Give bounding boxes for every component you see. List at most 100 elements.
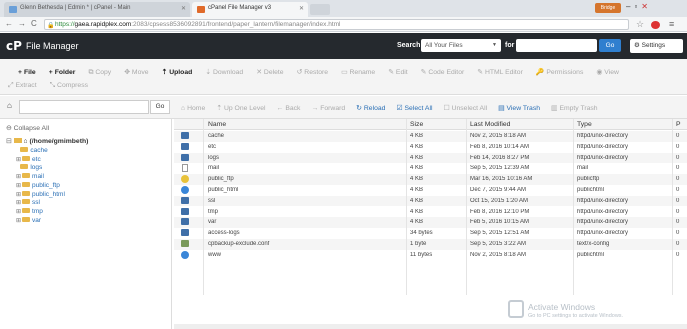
back-icon: ← xyxy=(276,105,284,112)
browser-menu-icon[interactable]: ≡ xyxy=(669,19,674,29)
close-window-icon[interactable]: ✕ xyxy=(641,2,652,11)
cell-type: httpd/unix-directory xyxy=(577,219,629,226)
column-permissions[interactable]: P xyxy=(676,121,681,128)
expand-plus-icon xyxy=(16,148,19,154)
tree-root[interactable]: ⊟ ⌂ (/home/gmimbeth) xyxy=(6,137,88,145)
restore-button[interactable]: ↺ Restore xyxy=(297,68,329,76)
extension-icon[interactable] xyxy=(651,21,660,29)
address-bar[interactable]: 🔒 https://gaea.rapidplex.com:2083/cpsess… xyxy=(44,19,629,30)
back-arrow-icon[interactable]: ← xyxy=(5,19,13,28)
table-row[interactable]: var 4 KB Feb 5, 2016 10:15 AM httpd/unix-di… xyxy=(174,217,687,228)
file-button[interactable]: + File xyxy=(18,69,36,76)
table-row[interactable]: public_html 4 KB Dec 7, 2015 9:44 AM public… xyxy=(174,185,687,196)
search-scope-select[interactable]: All Your Files ▼ xyxy=(421,39,501,52)
code-editor-button[interactable]: ✎ Code Editor xyxy=(421,68,465,76)
search-go-button[interactable]: Go xyxy=(599,39,621,52)
settings-button[interactable]: ⚙ Settings xyxy=(630,39,683,53)
rename-button[interactable]: ▭ Rename xyxy=(341,68,375,76)
tree-item-logs[interactable]: logs xyxy=(16,164,42,171)
table-row[interactable]: ssl 4 KB Oct 15, 2015 1:20 AM httpd/unix-di… xyxy=(174,195,687,207)
table-row[interactable]: etc 4 KB Feb 8, 2016 10:14 AM httpd/unix-di… xyxy=(174,142,687,153)
expand-plus-icon[interactable]: ⊞ xyxy=(16,183,21,189)
url-path: :2083/cpsess8536092891/frontend/paper_la… xyxy=(131,21,341,28)
toolbar-label: Delete xyxy=(263,69,284,76)
tree-item-var[interactable]: ⊞ var xyxy=(16,216,41,224)
tree-item-etc[interactable]: ⊞ etc xyxy=(16,155,41,163)
collapse-all-link[interactable]: ⊖ Collapse All xyxy=(6,124,49,132)
select-all-button[interactable]: ☑ Select All xyxy=(396,104,432,112)
up-one-level-button[interactable]: ⇡ Up One Level xyxy=(216,104,265,112)
nav-label: View Trash xyxy=(506,105,541,112)
expand-plus-icon[interactable]: ⊞ xyxy=(16,157,21,163)
table-row[interactable]: cache 4 KB Nov 2, 2015 8:18 AM httpd/unix-d… xyxy=(174,131,687,142)
reload-icon[interactable]: C xyxy=(31,19,37,28)
forward-arrow-icon[interactable]: → xyxy=(18,19,26,28)
column-size[interactable]: Size xyxy=(410,121,423,128)
cpanel-logo[interactable]: cP xyxy=(6,39,22,53)
compress-button[interactable]: ⤡ Compress xyxy=(50,82,88,90)
path-go-button[interactable]: Go xyxy=(150,100,170,114)
delete-button[interactable]: ✕ Delete xyxy=(256,68,283,76)
bookmark-star-icon[interactable]: ☆ xyxy=(636,19,644,30)
tree-item-tmp[interactable]: ⊞ tmp xyxy=(16,207,43,215)
browser-tab-file-manager[interactable]: cPanel File Manager v3 ✕ xyxy=(192,2,308,17)
expand-plus-icon[interactable]: ⊞ xyxy=(16,174,21,180)
ftp-folder-icon xyxy=(181,175,189,184)
edit-button[interactable]: ✎ Edit xyxy=(388,68,407,76)
html-editor-button[interactable]: ✎ HTML Editor xyxy=(477,68,523,76)
cell-type: publicftp xyxy=(577,176,600,183)
tree-item-cache[interactable]: cache xyxy=(16,147,48,154)
table-row[interactable]: public_ftp 4 KB Mar 16, 2015 10:16 AM publi… xyxy=(174,174,687,185)
table-row[interactable]: www 11 bytes Nov 2, 2015 8:18 AM publichtml… xyxy=(174,250,687,261)
toolbar-label: Rename xyxy=(349,69,376,76)
column-type[interactable]: Type xyxy=(577,121,592,128)
close-tab-icon[interactable]: ✕ xyxy=(181,5,186,12)
home-button[interactable]: ⌂ Home xyxy=(181,105,205,112)
new-tab-button[interactable] xyxy=(310,4,330,15)
column-name[interactable]: Name xyxy=(208,121,226,128)
tree-item-public-html[interactable]: ⊞ public_html xyxy=(16,190,65,198)
cell-size: 4 KB xyxy=(410,133,424,139)
tree-item-mail[interactable]: ⊞ mail xyxy=(16,173,44,180)
empty-trash-button[interactable]: ▥ Empty Trash xyxy=(551,104,598,112)
close-tab-icon[interactable]: ✕ xyxy=(299,5,304,12)
upload-button[interactable]: ⇡ Upload xyxy=(162,68,193,76)
table-row[interactable]: mail 4 KB Sep 5, 2015 12:39 AM mail 0 xyxy=(174,163,687,174)
permissions-button[interactable]: 🔑 Permissions xyxy=(536,68,583,76)
cell-name: cache xyxy=(208,133,225,139)
reload-button[interactable]: ↻ Reload xyxy=(356,104,385,112)
search-input[interactable] xyxy=(516,39,597,52)
toolbar-label: Permissions xyxy=(546,69,584,76)
nav-label: Empty Trash xyxy=(559,105,598,112)
folder-icon xyxy=(181,153,189,161)
folder-icon xyxy=(22,173,31,179)
tree-item-ssl[interactable]: ⊞ ssl xyxy=(16,199,40,206)
expand-plus-icon[interactable]: ⊞ xyxy=(16,200,21,206)
settings-label: Settings xyxy=(641,42,666,49)
folder-button[interactable]: + Folder xyxy=(49,69,76,76)
table-row[interactable]: tmp 4 KB Feb 8, 2016 12:10 PM httpd/unix-di… xyxy=(174,207,687,218)
download-button[interactable]: ⇣ Download xyxy=(205,68,243,76)
profile-badge[interactable]: Bridge xyxy=(595,3,621,13)
view-button[interactable]: ◉ View xyxy=(596,68,619,76)
forward-button[interactable]: → Forward xyxy=(311,105,345,112)
browser-tab-main[interactable]: Glenn Bethesda | Edmin * | cPanel - Main… xyxy=(4,2,190,17)
empty-trash-icon: ▥ xyxy=(551,105,558,112)
compress-icon: ⤡ xyxy=(49,82,56,89)
horizontal-scrollbar[interactable] xyxy=(174,324,687,329)
extract-button[interactable]: ⤢ Extract xyxy=(8,82,37,90)
path-input[interactable] xyxy=(19,100,149,114)
back-button[interactable]: ← Back xyxy=(277,105,301,112)
expand-plus-icon[interactable]: ⊞ xyxy=(16,218,21,224)
view-trash-button[interactable]: ▤ View Trash xyxy=(498,104,540,112)
move-button[interactable]: ✥ Move xyxy=(124,68,148,76)
unselect-all-button[interactable]: ☐ Unselect All xyxy=(443,104,487,112)
tree-item-public-ftp[interactable]: ⊞ public_ftp xyxy=(16,181,60,189)
table-row[interactable]: logs 4 KB Feb 14, 2016 8:27 PM httpd/unix-d… xyxy=(174,152,687,164)
expand-plus-icon[interactable]: ⊞ xyxy=(16,209,21,215)
table-row[interactable]: access-logs 34 bytes Sep 5, 2015 12:51 AM h… xyxy=(174,228,687,239)
expand-plus-icon[interactable]: ⊞ xyxy=(16,192,21,198)
column-last-modified[interactable]: Last Modified xyxy=(470,121,510,128)
table-row[interactable]: cpbackup-exclude.conf 1 byte Sep 5, 2015 3… xyxy=(174,239,687,250)
copy-button[interactable]: ⧉ Copy xyxy=(88,69,111,77)
